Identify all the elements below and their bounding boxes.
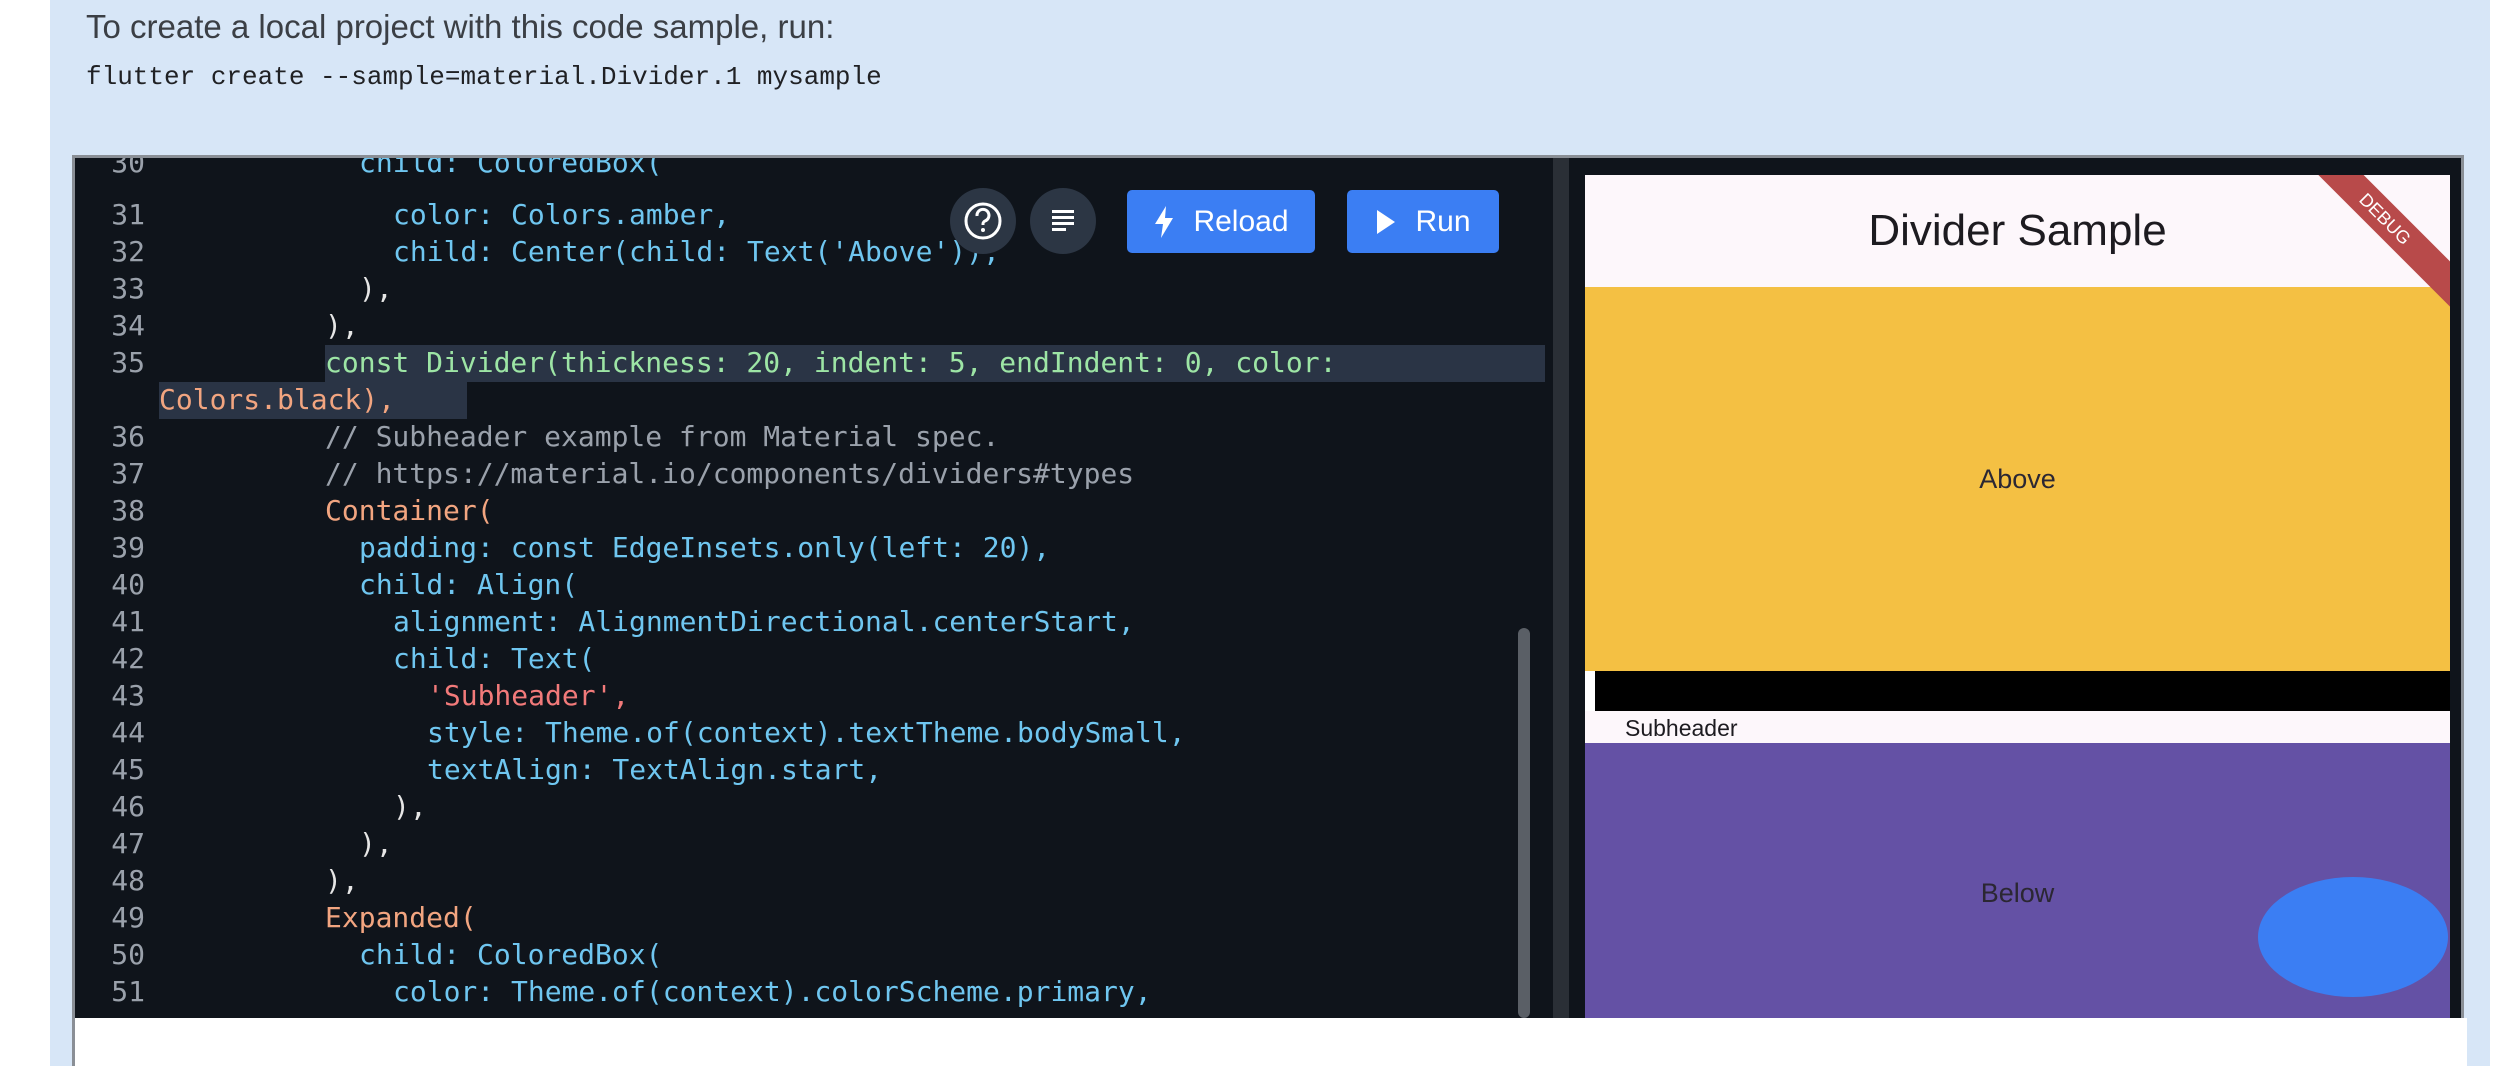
play-icon bbox=[1377, 209, 1396, 234]
line-number: 39 bbox=[111, 531, 145, 564]
line-number: 40 bbox=[111, 568, 145, 601]
code-line: // Subheader example from Material spec. bbox=[325, 420, 1000, 453]
code-line: 'Subheader', bbox=[427, 679, 630, 712]
code-line: ), bbox=[359, 827, 393, 860]
line-number: 37 bbox=[111, 457, 145, 490]
line-number: 35 bbox=[111, 346, 145, 379]
code-line: textAlign: TextAlign.start, bbox=[427, 753, 883, 786]
create-command: flutter create --sample=material.Divider… bbox=[86, 62, 882, 92]
code-line: // https://material.io/components/divide… bbox=[325, 457, 1135, 490]
line-number: 43 bbox=[111, 679, 145, 712]
action-button-partial[interactable] bbox=[2258, 877, 2448, 997]
intro-text: To create a local project with this code… bbox=[86, 8, 835, 45]
code-line: child: Align( bbox=[359, 568, 579, 601]
run-label: Run bbox=[1415, 204, 1471, 238]
run-button[interactable]: Run bbox=[1347, 190, 1499, 253]
format-align-left-icon bbox=[1052, 210, 1074, 231]
line-number: 41 bbox=[111, 605, 145, 638]
help-button[interactable] bbox=[950, 188, 1016, 254]
below-label: Below bbox=[1980, 877, 2055, 908]
line-number: 47 bbox=[111, 827, 145, 860]
line-number: 36 bbox=[111, 420, 145, 453]
editor-scrollbar[interactable] bbox=[1518, 628, 1530, 1018]
code-line: Expanded( bbox=[325, 901, 477, 934]
divider bbox=[1595, 671, 2450, 711]
reload-button[interactable]: Reload bbox=[1127, 190, 1315, 253]
dartpad-embed: 30 31 32 33 34 35 36 37 38 39 40 41 42 4… bbox=[72, 155, 2467, 1066]
format-button[interactable] bbox=[1030, 188, 1096, 254]
line-number: 46 bbox=[111, 790, 145, 823]
code-line: ), bbox=[325, 309, 359, 342]
subheader-label: Subheader bbox=[1625, 715, 1738, 741]
code-line: padding: const EdgeInsets.only(left: 20)… bbox=[359, 531, 1051, 564]
code-line: ), bbox=[393, 790, 427, 823]
line-number: 42 bbox=[111, 642, 145, 675]
editor-toolbar: Reload Run bbox=[75, 158, 1545, 258]
line-number: 34 bbox=[111, 309, 145, 342]
console-bar bbox=[75, 1018, 2467, 1066]
above-box: Above bbox=[1585, 287, 2450, 671]
bolt-icon bbox=[1155, 205, 1174, 238]
code-line: color: Theme.of(context).colorScheme.pri… bbox=[393, 975, 1152, 1008]
code-line-highlighted: const Divider(thickness: 20, indent: 5, … bbox=[325, 346, 1337, 379]
app-bar-title: Divider Sample bbox=[1868, 206, 2167, 255]
code-editor[interactable]: 30 31 32 33 34 35 36 37 38 39 40 41 42 4… bbox=[75, 158, 1545, 1018]
line-number: 51 bbox=[111, 975, 145, 1008]
code-line: alignment: AlignmentDirectional.centerSt… bbox=[393, 605, 1135, 638]
line-number: 44 bbox=[111, 716, 145, 749]
line-number: 50 bbox=[111, 938, 145, 971]
code-line: child: ColoredBox( bbox=[359, 938, 663, 971]
help-circle-icon bbox=[964, 202, 1002, 240]
code-line: style: Theme.of(context).textTheme.bodyS… bbox=[427, 716, 1186, 749]
pane-splitter[interactable] bbox=[1553, 158, 1569, 1018]
code-line: Container( bbox=[325, 494, 494, 527]
line-number: 45 bbox=[111, 753, 145, 786]
line-number: 49 bbox=[111, 901, 145, 934]
code-line-highlighted: Colors.black), bbox=[159, 383, 396, 416]
above-label: Above bbox=[1979, 463, 2056, 494]
reload-label: Reload bbox=[1193, 204, 1289, 238]
line-number: 48 bbox=[111, 864, 145, 897]
line-number: 38 bbox=[111, 494, 145, 527]
code-line: ), bbox=[359, 272, 393, 305]
app-bar: Divider Sample bbox=[1585, 175, 2450, 287]
line-number: 33 bbox=[111, 272, 145, 305]
page: To create a local project with this code… bbox=[0, 0, 2514, 1066]
code-line: ), bbox=[325, 864, 359, 897]
subheader-row: Subheader bbox=[1585, 711, 2450, 743]
code-line: child: Text( bbox=[393, 642, 596, 675]
